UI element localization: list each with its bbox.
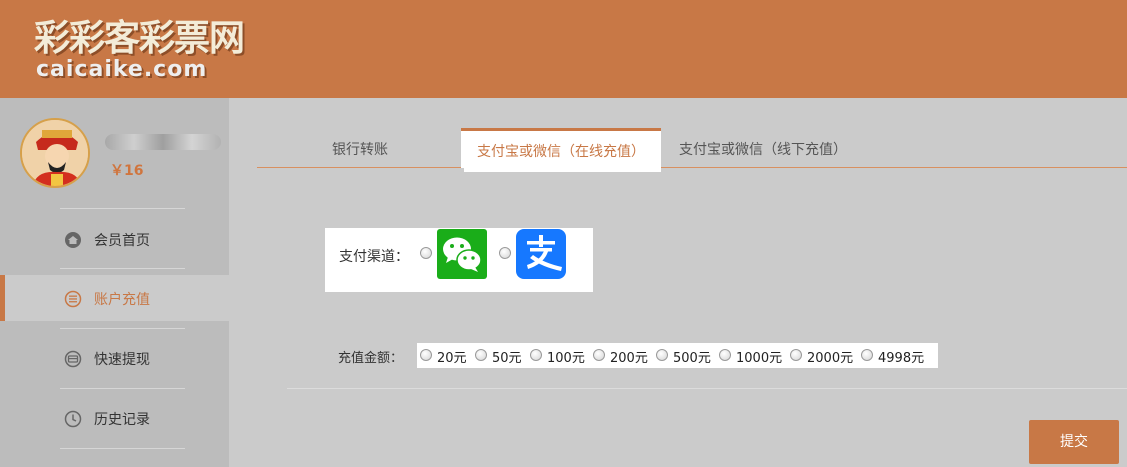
amount-radio[interactable]: [719, 349, 731, 361]
tab-online-recharge[interactable]: 支付宝或微信（在线充值）: [461, 128, 661, 168]
divider: [60, 328, 185, 329]
amount-radio[interactable]: [790, 349, 802, 361]
sidebar-item-recharge[interactable]: 账户充值: [0, 275, 229, 321]
amount-radio[interactable]: [530, 349, 542, 361]
header: 彩彩客彩票网 caicaike.com: [0, 0, 1127, 98]
tab-offline-recharge[interactable]: 支付宝或微信（线下充值）: [668, 128, 858, 168]
amount-option-label: 500元: [673, 351, 711, 366]
recharge-amount-label: 充值金额：: [338, 351, 404, 366]
sidebar-item-label: 账户充值: [94, 292, 150, 308]
amount-option-label: 2000元: [807, 351, 854, 366]
amount-option-label: 20元: [437, 351, 467, 366]
logo-text-cn: 彩彩客彩票网: [34, 18, 245, 60]
amount-radio[interactable]: [861, 349, 873, 361]
divider: [60, 388, 185, 389]
sidebar-item-home[interactable]: 会员首页: [0, 216, 229, 262]
site-logo[interactable]: 彩彩客彩票网 caicaike.com: [34, 18, 294, 84]
payment-channel-panel: 支付渠道：: [325, 228, 593, 292]
sidebar-item-history[interactable]: 历史记录: [0, 395, 229, 441]
submit-button[interactable]: 提交: [1029, 420, 1119, 464]
payment-channel-label: 支付渠道：: [339, 249, 409, 265]
alipay-radio[interactable]: [499, 247, 511, 259]
amount-option-label: 200元: [610, 351, 648, 366]
withdraw-icon: [64, 350, 82, 368]
logo-text-en: caicaike.com: [36, 57, 208, 82]
amount-radio[interactable]: [593, 349, 605, 361]
alipay-icon[interactable]: [516, 229, 566, 279]
avatar: [20, 118, 90, 188]
username-redacted: [105, 134, 221, 150]
wechat-radio[interactable]: [420, 247, 432, 259]
active-tab-base: [464, 166, 661, 172]
account-balance: ￥16: [110, 163, 144, 179]
logo-cn-text: 彩彩客彩票网: [34, 18, 245, 59]
recharge-amount-options: 20元 50元 100元 200元 500元 1000元 2000元 4998元: [417, 343, 938, 368]
amount-option-label: 100元: [547, 351, 585, 366]
amount-radio[interactable]: [420, 349, 432, 361]
amount-option-label: 1000元: [736, 351, 783, 366]
divider: [60, 268, 185, 269]
amount-radio[interactable]: [656, 349, 668, 361]
sidebar-item-label: 快速提现: [94, 352, 150, 368]
sidebar-item-withdraw[interactable]: 快速提现: [0, 335, 229, 381]
amount-option-label: 4998元: [878, 351, 925, 366]
amount-option-label: 50元: [492, 351, 522, 366]
sidebar-item-label: 会员首页: [94, 233, 150, 249]
recharge-icon: [64, 290, 82, 308]
home-icon: [64, 231, 82, 249]
divider: [287, 388, 1127, 389]
divider: [60, 208, 185, 209]
tab-bank-transfer[interactable]: 银行转账: [290, 128, 430, 168]
sidebar: ￥16 会员首页 账户充值 快速提现 历史记录: [0, 98, 229, 467]
divider: [60, 448, 185, 449]
amount-radio[interactable]: [475, 349, 487, 361]
clock-icon: [64, 410, 82, 428]
wechat-pay-icon[interactable]: [437, 229, 487, 279]
sidebar-item-label: 历史记录: [94, 412, 150, 428]
